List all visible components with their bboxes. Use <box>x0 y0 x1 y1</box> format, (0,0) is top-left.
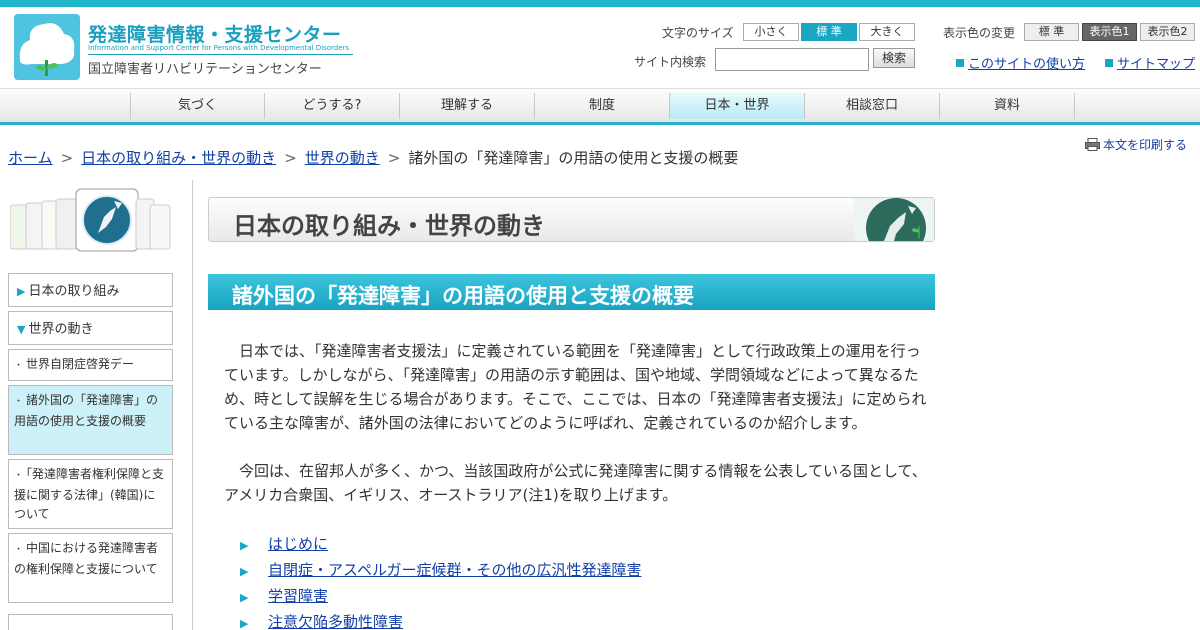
triangle-bullet-icon: ▶ <box>240 539 249 552</box>
triangle-bullet-icon: ▶ <box>240 565 249 578</box>
breadcrumb-separator: > <box>284 149 297 167</box>
sidebar-subitem-korea-law[interactable]: ・「発達障害者権利保障と支援に関する法律」(韓国)について <box>8 459 173 529</box>
toc-link-adhd[interactable]: 注意欠陥多動性障害 <box>268 613 403 630</box>
sidebar-divider <box>192 180 193 630</box>
nav-item-notice[interactable]: 気づく <box>130 93 265 119</box>
site-subtitle-en: Information and Support Center for Perso… <box>88 44 350 52</box>
triangle-right-icon: ▶ <box>17 285 26 298</box>
bullet-square-icon <box>1105 59 1113 67</box>
breadcrumb-world[interactable]: 世界の動き <box>305 149 380 167</box>
sidebar-item-label: 日本の取り組み <box>28 284 120 299</box>
breadcrumb-separator: > <box>387 149 401 167</box>
site-guide-link-label: このサイトの使い方 <box>968 57 1086 72</box>
logo-tree-icon[interactable] <box>14 14 80 80</box>
sitemap-link[interactable]: サイトマップ <box>1105 53 1195 72</box>
list-item: ▶ 注意欠陥多動性障害 <box>240 610 642 630</box>
sidebar-item-label: 世界の動き <box>28 322 94 337</box>
toc-link-introduction[interactable]: はじめに <box>268 535 328 553</box>
sidebar-subitem-terminology[interactable]: ・諸外国の「発達障害」の用語の使用と支援の概要 <box>8 385 173 455</box>
print-link[interactable]: 本文を印刷する <box>1085 136 1187 153</box>
bullet-square-icon <box>956 59 964 67</box>
breadcrumb-separator: > <box>60 149 74 167</box>
list-item: ▶ はじめに <box>240 532 642 558</box>
font-size-normal-button[interactable]: 標 準 <box>801 23 857 41</box>
intro-paragraph-1: 日本では、「発達障害者支援法」に定義されている範囲を「発達障害」として行政政策上… <box>224 342 927 432</box>
section-title: 日本の取り組み・世界の動き <box>233 212 545 240</box>
color-2-button[interactable]: 表示色2 <box>1140 23 1195 41</box>
triangle-bullet-icon: ▶ <box>240 617 249 630</box>
search-button[interactable]: 検索 <box>873 48 915 68</box>
sitemap-link-label: サイトマップ <box>1117 57 1196 72</box>
triangle-down-icon: ▼ <box>17 323 26 336</box>
sidebar-subitem-autism-day[interactable]: ・世界自閉症啓発デー <box>8 349 173 381</box>
site-title[interactable]: 発達障害情報・支援センター <box>88 20 342 47</box>
nav-item-what-to-do[interactable]: どうする? <box>265 93 400 119</box>
list-item: ▶ 自閉症・アスペルガー症候群・その他の広汎性発達障害 <box>240 558 642 584</box>
color-change-label: 表示色の変更 <box>943 26 1016 40</box>
nav-item-materials[interactable]: 資料 <box>940 93 1075 119</box>
toc-link-autism[interactable]: 自閉症・アスペルガー症候群・その他の広汎性発達障害 <box>268 561 642 579</box>
logo-divider <box>88 54 353 55</box>
sidebar-item-label: 諸外国の「発達障害」の用語の使用と支援の概要 <box>14 393 159 428</box>
search-label: サイト内検索 <box>634 55 707 69</box>
triangle-bullet-icon: ▶ <box>240 591 249 604</box>
page-title: 諸外国の「発達障害」の用語の使用と支援の概要 <box>232 284 694 308</box>
sidebar-subitem-china[interactable]: ・中国における発達障害者の権利保障と支援について <box>8 533 173 603</box>
intro-paragraph-2: 今回は、在留邦人が多く、かつ、当該国政府が公式に発達障害に関する情報を公表してい… <box>224 462 927 504</box>
color-1-button[interactable]: 表示色1 <box>1082 23 1137 41</box>
sidebar-item-partial <box>8 614 173 630</box>
nav-item-understand[interactable]: 理解する <box>400 93 535 119</box>
nav-item-system[interactable]: 制度 <box>535 93 670 119</box>
nav-item-consultation[interactable]: 相談窓口 <box>805 93 940 119</box>
breadcrumb-current: 諸外国の「発達障害」の用語の使用と支援の概要 <box>408 149 739 167</box>
bullet-dot-icon: ・ <box>14 471 24 481</box>
globe-icon <box>854 198 934 241</box>
print-link-label: 本文を印刷する <box>1103 138 1188 152</box>
sidebar-item-label: 中国における発達障害者の権利保障と支援について <box>14 541 159 576</box>
site-org: 国立障害者リハビリテーションセンター <box>88 62 322 77</box>
font-size-small-button[interactable]: 小さく <box>743 23 799 41</box>
toc-link-learning-disability[interactable]: 学習障害 <box>268 587 328 605</box>
color-standard-button[interactable]: 標 準 <box>1024 23 1079 41</box>
breadcrumb-japan-world[interactable]: 日本の取り組み・世界の動き <box>81 149 276 167</box>
sidebar-item-label: 「発達障害者権利保障と支援に関する法律」(韓国)について <box>14 467 165 521</box>
sidebar-item-label: 世界自閉症啓発デー <box>26 357 135 371</box>
bullet-dot-icon: ・ <box>14 397 24 407</box>
bullet-dot-icon: ・ <box>14 545 24 555</box>
sidebar-item-world-trends[interactable]: ▼ 世界の動き <box>8 311 173 345</box>
toc-list: ▶ はじめに ▶ 自閉症・アスペルガー症候群・その他の広汎性発達障害 ▶ 学習障害 ▶… <box>240 532 642 630</box>
bullet-dot-icon: ・ <box>14 361 24 371</box>
search-input[interactable] <box>715 48 869 71</box>
font-size-label: 文字のサイズ <box>662 26 734 40</box>
top-accent-bar <box>0 0 1200 7</box>
list-item: ▶ 学習障害 <box>240 584 642 610</box>
global-nav: 気づく どうする? 理解する 制度 日本・世界 相談窓口 資料 <box>0 88 1200 125</box>
category-illustration <box>10 188 171 252</box>
nav-item-japan-world[interactable]: 日本・世界 <box>670 93 805 119</box>
sidebar-item-japan-efforts[interactable]: ▶ 日本の取り組み <box>8 273 173 307</box>
breadcrumb-home[interactable]: ホーム <box>8 149 53 167</box>
printer-icon <box>1085 138 1100 151</box>
site-guide-link[interactable]: このサイトの使い方 <box>956 53 1085 72</box>
breadcrumb: ホーム > 日本の取り組み・世界の動き > 世界の動き > 諸外国の「発達障害」の用語の使用… <box>8 147 738 168</box>
section-header: 日本の取り組み・世界の動き <box>208 197 935 242</box>
page-title-bar: 諸外国の「発達障害」の用語の使用と支援の概要 <box>208 274 935 310</box>
font-size-large-button[interactable]: 大きく <box>859 23 915 41</box>
